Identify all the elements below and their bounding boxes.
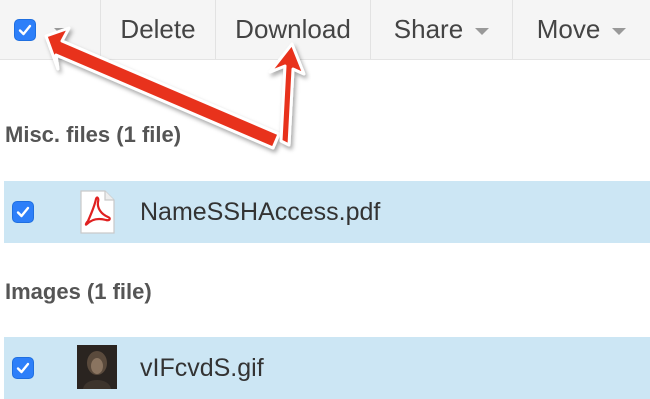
- delete-label: Delete: [120, 14, 196, 44]
- section-title-images: Images (1 file): [5, 279, 152, 304]
- delete-button[interactable]: Delete: [100, 0, 215, 59]
- toolbar: Delete Download Share Move: [0, 0, 650, 60]
- select-all-dropdown[interactable]: [0, 0, 100, 59]
- chevron-down-icon: [612, 28, 627, 35]
- file-checkbox[interactable]: [12, 357, 34, 379]
- move-button[interactable]: Move: [512, 0, 650, 59]
- checkmark-icon: [16, 362, 30, 374]
- pdf-file-icon: [80, 190, 115, 234]
- select-all-checkbox[interactable]: [14, 18, 36, 41]
- file-row[interactable]: vIFcvdS.gif: [4, 337, 650, 399]
- chevron-down-icon[interactable]: [54, 28, 68, 35]
- download-label: Download: [235, 14, 351, 44]
- image-thumbnail: [77, 345, 117, 389]
- section-title-misc: Misc. files (1 file): [5, 122, 182, 147]
- download-button[interactable]: Download: [215, 0, 370, 59]
- checkmark-icon: [16, 206, 30, 218]
- file-name[interactable]: vIFcvdS.gif: [140, 354, 264, 383]
- file-row[interactable]: NameSSHAccess.pdf: [4, 181, 650, 243]
- share-label: Share: [393, 14, 464, 44]
- checkmark-icon: [18, 24, 32, 35]
- move-label: Move: [536, 14, 601, 44]
- file-name[interactable]: NameSSHAccess.pdf: [140, 198, 380, 227]
- share-button[interactable]: Share: [370, 0, 512, 59]
- chevron-down-icon: [475, 28, 490, 35]
- file-checkbox[interactable]: [12, 201, 34, 223]
